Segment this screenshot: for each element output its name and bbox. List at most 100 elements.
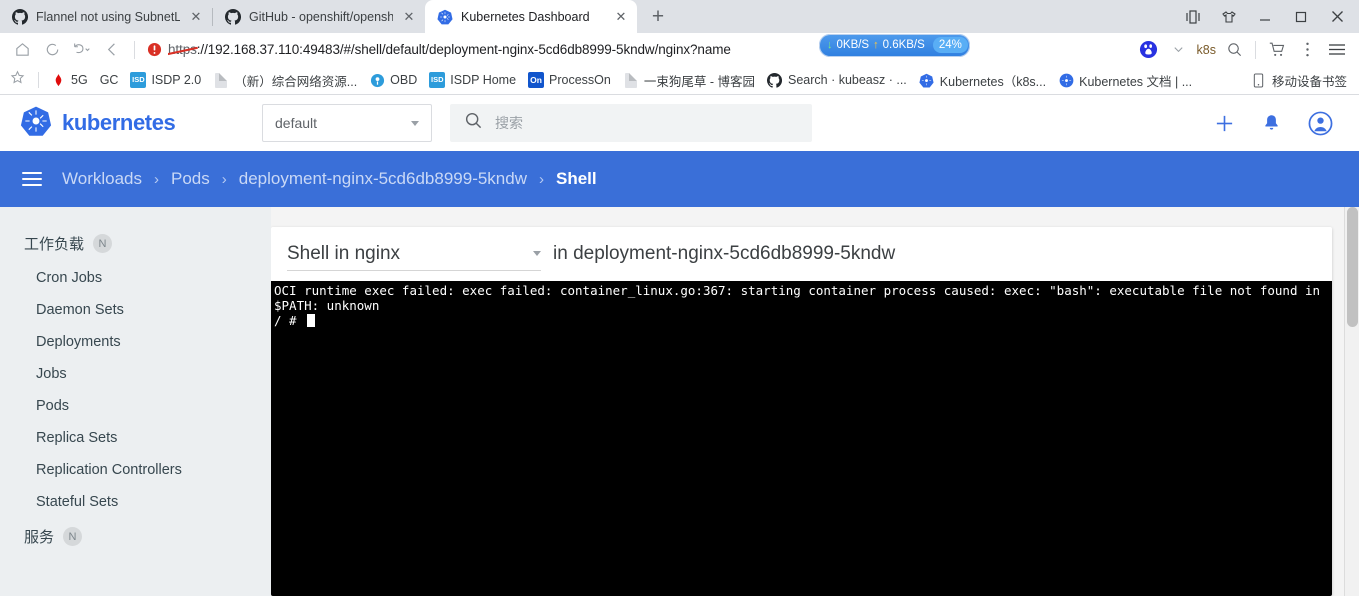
bookmark-item[interactable]: Search · kubeasz · ...	[761, 68, 913, 92]
search-input[interactable]: 搜索	[495, 113, 523, 133]
baidu-icon[interactable]	[1135, 37, 1163, 63]
window-controls	[1175, 0, 1359, 33]
shirt-icon[interactable]	[1211, 0, 1247, 33]
close-icon[interactable]: ✕	[613, 9, 629, 25]
container-selector[interactable]: Shell in nginx	[287, 237, 541, 271]
tab-strip: Flannel not using SubnetLen ✕ GitHub - o…	[0, 0, 1359, 33]
browser-tab-title: GitHub - openshift/openshif	[249, 9, 393, 24]
download-speed: 0KB/S	[836, 39, 870, 51]
back-arrow-icon[interactable]	[68, 37, 96, 63]
toolbar-divider	[134, 40, 135, 59]
bookmark-item[interactable]: On ProcessOn	[522, 68, 617, 92]
bookmark-item[interactable]: Kubernetes（k8s...	[913, 68, 1052, 92]
page-scrollbar-thumb[interactable]	[1347, 207, 1358, 327]
network-speed-badge[interactable]: ↓ 0KB/S ↑ 0.6KB/S 24%	[819, 33, 970, 57]
bookmark-star-icon[interactable]	[6, 70, 33, 90]
bookmark-label: ISDP Home	[450, 73, 517, 87]
bookmark-item[interactable]: ISD ISDP Home	[423, 68, 522, 92]
minimize-icon[interactable]	[1247, 0, 1283, 33]
namespace-selector[interactable]: default	[262, 104, 432, 142]
bookmark-label: GC	[99, 73, 119, 87]
browser-tab-2[interactable]: Kubernetes Dashboard ✕	[425, 0, 637, 33]
browser-account-label[interactable]: k8s	[1195, 43, 1218, 57]
bookmark-item[interactable]: （新）综合网络资源...	[207, 68, 363, 92]
sidebar-item-cron-jobs[interactable]: Cron Jobs	[0, 262, 271, 294]
address-bar-url: https://192.168.37.110:49483/#/shell/def…	[168, 42, 731, 57]
close-icon[interactable]: ✕	[401, 9, 417, 25]
bookmarks-divider	[38, 72, 39, 88]
sidebar-group-label: 工作负载	[24, 236, 85, 253]
sidebar-item-pods[interactable]: Pods	[0, 390, 271, 422]
breadcrumb-separator: ›	[221, 170, 227, 188]
sidebar-item-replica-sets[interactable]: Replica Sets	[0, 422, 271, 454]
bell-icon[interactable]	[1261, 113, 1282, 134]
url-rest: ://192.168.37.110:49483/#/shell/default/…	[196, 42, 731, 57]
toolbar-right-actions: k8s	[1135, 37, 1351, 63]
more-vertical-icon[interactable]	[1293, 37, 1321, 63]
browser-tab-title: Flannel not using SubnetLen	[36, 9, 180, 24]
address-bar[interactable]: https://192.168.37.110:49483/#/shell/def…	[143, 33, 1133, 63]
bookmark-item[interactable]: GC	[94, 68, 125, 92]
toolbar-divider	[1255, 40, 1256, 59]
account-circle-icon[interactable]	[1308, 111, 1333, 136]
hamburger-menu-icon[interactable]	[1323, 37, 1351, 63]
breadcrumb-item-pod[interactable]: deployment-nginx-5cd6db8999-5kndw	[239, 169, 527, 189]
bookmarks-bar: 5G GC ISD ISDP 2.0 （新）综合网络资源... OBD ISD …	[0, 66, 1359, 95]
dashboard-search[interactable]: 搜索	[450, 104, 812, 142]
page-scrollbar[interactable]	[1344, 207, 1359, 596]
bookmark-item[interactable]: 一束狗尾草 - 博客园	[617, 68, 761, 92]
terminal-output[interactable]: OCI runtime exec failed: exec failed: co…	[271, 281, 1332, 596]
page-content: kubernetes default 搜索 Workloads › Pods ›…	[0, 95, 1359, 596]
sidebar-item-replication-controllers[interactable]: Replication Controllers	[0, 454, 271, 486]
sidebar-item-stateful-sets[interactable]: Stateful Sets	[0, 486, 271, 518]
reload-icon[interactable]	[38, 37, 66, 63]
shopping-cart-icon[interactable]	[1263, 37, 1291, 63]
dashboard-header-actions	[1214, 111, 1343, 136]
main-content: Shell in nginx in deployment-nginx-5cd6d…	[271, 207, 1359, 596]
on-icon: On	[528, 72, 545, 88]
sidebar: 工作负载 N Cron Jobs Daemon Sets Deployments…	[0, 207, 271, 596]
maximize-icon[interactable]	[1283, 0, 1319, 33]
bookmark-label: （新）综合网络资源...	[234, 74, 358, 89]
container-selector-value: Shell in nginx	[287, 242, 401, 264]
breadcrumb-item-workloads[interactable]: Workloads	[62, 169, 142, 189]
hamburger-menu-icon[interactable]	[22, 172, 42, 186]
sidebar-item-daemon-sets[interactable]: Daemon Sets	[0, 294, 271, 326]
breadcrumb-item-shell: Shell	[556, 169, 597, 188]
dashboard-header: kubernetes default 搜索	[0, 95, 1359, 151]
search-icon	[464, 111, 483, 135]
shell-context-label: in deployment-nginx-5cd6db8999-5kndw	[553, 243, 896, 264]
breadcrumb-bar: Workloads › Pods › deployment-nginx-5cd6…	[0, 151, 1359, 207]
sidebar-group-badge: N	[63, 527, 83, 546]
dashboard-body: 工作负载 N Cron Jobs Daemon Sets Deployments…	[0, 207, 1359, 596]
new-tab-button[interactable]: +	[643, 1, 673, 31]
breadcrumb-item-pods[interactable]: Pods	[171, 169, 210, 189]
browser-tab-0[interactable]: Flannel not using SubnetLen ✕	[0, 0, 212, 33]
bookmark-item[interactable]: ISD ISDP 2.0	[124, 68, 207, 92]
device-toolbar-icon[interactable]	[1175, 0, 1211, 33]
bookmark-item[interactable]: 5G	[44, 68, 94, 92]
browser-tab-title: Kubernetes Dashboard	[461, 9, 590, 24]
search-icon[interactable]	[1220, 37, 1248, 63]
bookmark-item[interactable]: OBD	[363, 68, 423, 92]
bookmark-label: ISDP 2.0	[151, 73, 202, 87]
mobile-bookmarks-item[interactable]: 移动设备书签	[1245, 68, 1353, 92]
sidebar-item-deployments[interactable]: Deployments	[0, 326, 271, 358]
chevron-down-icon[interactable]	[1165, 37, 1193, 63]
sidebar-group-services[interactable]: 服务 N	[0, 518, 271, 555]
home-icon[interactable]	[8, 37, 36, 63]
bookmark-item[interactable]: Kubernetes 文档 | ...	[1052, 68, 1198, 92]
chevron-down-icon	[411, 120, 419, 126]
plus-icon[interactable]	[1214, 113, 1235, 134]
sidebar-group-workloads[interactable]: 工作负载 N	[0, 225, 271, 262]
close-icon[interactable]: ✕	[188, 9, 204, 25]
breadcrumb: Workloads › Pods › deployment-nginx-5cd6…	[62, 169, 597, 189]
chevron-left-icon[interactable]	[98, 37, 126, 63]
kubernetes-logo[interactable]: kubernetes	[16, 105, 262, 142]
browser-tab-1[interactable]: GitHub - openshift/openshif ✕	[213, 0, 425, 33]
close-icon[interactable]	[1319, 0, 1355, 33]
sidebar-item-jobs[interactable]: Jobs	[0, 358, 271, 390]
terminal-text: OCI runtime exec failed: exec failed: co…	[274, 283, 1321, 329]
insecure-warning-icon[interactable]	[147, 42, 162, 57]
terminal-cursor	[307, 314, 315, 328]
